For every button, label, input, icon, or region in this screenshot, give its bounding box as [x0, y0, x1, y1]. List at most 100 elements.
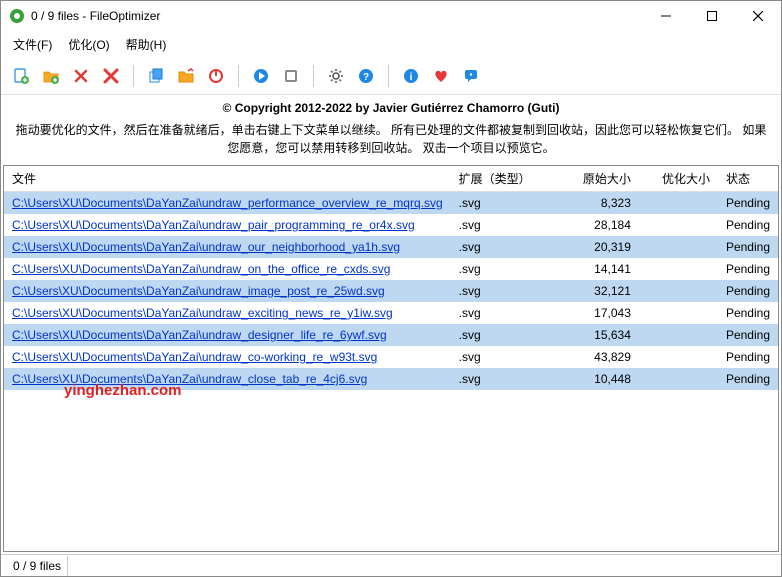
cell-file[interactable]: C:\Users\XU\Documents\DaYanZai\undraw_de…	[4, 324, 451, 346]
table-header-row: 文件 扩展（类型） 原始大小 优化大小 状态	[4, 166, 778, 192]
file-link[interactable]: C:\Users\XU\Documents\DaYanZai\undraw_on…	[12, 262, 390, 276]
power-button[interactable]	[202, 62, 230, 90]
status-file-count: 0 / 9 files	[7, 556, 68, 576]
cell-opt	[639, 214, 718, 236]
feedback-button[interactable]	[457, 62, 485, 90]
app-window: 0 / 9 files - FileOptimizer 文件(F) 优化(O) …	[0, 0, 782, 577]
cell-status: Pending	[718, 214, 778, 236]
cell-orig: 32,121	[550, 280, 639, 302]
table-row[interactable]: C:\Users\XU\Documents\DaYanZai\undraw_ex…	[4, 302, 778, 324]
table-row[interactable]: C:\Users\XU\Documents\DaYanZai\undraw_im…	[4, 280, 778, 302]
cell-ext: .svg	[451, 192, 550, 215]
col-file[interactable]: 文件	[4, 166, 451, 192]
cell-ext: .svg	[451, 346, 550, 368]
cell-file[interactable]: C:\Users\XU\Documents\DaYanZai\undraw_cl…	[4, 368, 451, 390]
menu-help[interactable]: 帮助(H)	[118, 33, 175, 56]
instructions-text: 拖动要优化的文件，然后在准备就绪后，单击右键上下文菜单以继续。 所有已处理的文件…	[11, 121, 771, 157]
table-row[interactable]: C:\Users\XU\Documents\DaYanZai\undraw_de…	[4, 324, 778, 346]
cell-status: Pending	[718, 346, 778, 368]
file-link[interactable]: C:\Users\XU\Documents\DaYanZai\undraw_de…	[12, 328, 387, 342]
file-table-container: 文件 扩展（类型） 原始大小 优化大小 状态 C:\Users\XU\Docum…	[3, 165, 779, 552]
remove-button[interactable]	[67, 62, 95, 90]
col-orig[interactable]: 原始大小	[550, 166, 639, 192]
cell-opt	[639, 258, 718, 280]
file-link[interactable]: C:\Users\XU\Documents\DaYanZai\undraw_ou…	[12, 240, 400, 254]
cell-orig: 43,829	[550, 346, 639, 368]
cell-status: Pending	[718, 368, 778, 390]
cell-file[interactable]: C:\Users\XU\Documents\DaYanZai\undraw_im…	[4, 280, 451, 302]
file-link[interactable]: C:\Users\XU\Documents\DaYanZai\undraw_ex…	[12, 306, 393, 320]
cell-ext: .svg	[451, 258, 550, 280]
menu-file[interactable]: 文件(F)	[5, 33, 60, 56]
window-title: 0 / 9 files - FileOptimizer	[31, 9, 643, 23]
table-row[interactable]: C:\Users\XU\Documents\DaYanZai\undraw_on…	[4, 258, 778, 280]
cell-orig: 28,184	[550, 214, 639, 236]
cell-orig: 8,323	[550, 192, 639, 215]
toolbar: ? i	[1, 58, 781, 95]
file-link[interactable]: C:\Users\XU\Documents\DaYanZai\undraw_pe…	[12, 196, 443, 210]
cell-ext: .svg	[451, 214, 550, 236]
cell-file[interactable]: C:\Users\XU\Documents\DaYanZai\undraw_ex…	[4, 302, 451, 324]
help-button[interactable]: ?	[352, 62, 380, 90]
cell-orig: 15,634	[550, 324, 639, 346]
cell-status: Pending	[718, 258, 778, 280]
toolbar-separator	[313, 65, 314, 87]
add-file-button[interactable]	[7, 62, 35, 90]
maximize-button[interactable]	[689, 1, 735, 31]
cell-ext: .svg	[451, 280, 550, 302]
cell-status: Pending	[718, 324, 778, 346]
cell-file[interactable]: C:\Users\XU\Documents\DaYanZai\undraw_on…	[4, 258, 451, 280]
titlebar[interactable]: 0 / 9 files - FileOptimizer	[1, 1, 781, 31]
cell-opt	[639, 324, 718, 346]
menu-optimize[interactable]: 优化(O)	[60, 33, 117, 56]
col-status[interactable]: 状态	[718, 166, 778, 192]
remove-all-button[interactable]	[97, 62, 125, 90]
cell-file[interactable]: C:\Users\XU\Documents\DaYanZai\undraw_pa…	[4, 214, 451, 236]
optimize-play-button[interactable]	[247, 62, 275, 90]
toolbar-separator	[133, 65, 134, 87]
cell-opt	[639, 368, 718, 390]
stop-button[interactable]	[277, 62, 305, 90]
window-controls	[643, 1, 781, 31]
cell-opt	[639, 302, 718, 324]
col-ext[interactable]: 扩展（类型）	[451, 166, 550, 192]
cell-status: Pending	[718, 302, 778, 324]
table-row[interactable]: C:\Users\XU\Documents\DaYanZai\undraw_pe…	[4, 192, 778, 215]
minimize-button[interactable]	[643, 1, 689, 31]
close-button[interactable]	[735, 1, 781, 31]
cell-orig: 10,448	[550, 368, 639, 390]
cell-ext: .svg	[451, 368, 550, 390]
cell-opt	[639, 192, 718, 215]
table-row[interactable]: C:\Users\XU\Documents\DaYanZai\undraw_co…	[4, 346, 778, 368]
file-link[interactable]: C:\Users\XU\Documents\DaYanZai\undraw_im…	[12, 284, 385, 298]
statusbar: 0 / 9 files	[1, 554, 781, 576]
menubar: 文件(F) 优化(O) 帮助(H)	[1, 31, 781, 58]
table-row[interactable]: C:\Users\XU\Documents\DaYanZai\undraw_pa…	[4, 214, 778, 236]
cell-ext: .svg	[451, 324, 550, 346]
cell-status: Pending	[718, 236, 778, 258]
cell-orig: 17,043	[550, 302, 639, 324]
file-link[interactable]: C:\Users\XU\Documents\DaYanZai\undraw_pa…	[12, 218, 415, 232]
cell-file[interactable]: C:\Users\XU\Documents\DaYanZai\undraw_pe…	[4, 192, 451, 215]
table-row[interactable]: C:\Users\XU\Documents\DaYanZai\undraw_ou…	[4, 236, 778, 258]
file-link[interactable]: C:\Users\XU\Documents\DaYanZai\undraw_co…	[12, 350, 377, 364]
cell-opt	[639, 280, 718, 302]
table-row[interactable]: C:\Users\XU\Documents\DaYanZai\undraw_cl…	[4, 368, 778, 390]
cell-file[interactable]: C:\Users\XU\Documents\DaYanZai\undraw_ou…	[4, 236, 451, 258]
add-folder-button[interactable]	[37, 62, 65, 90]
info-button[interactable]: i	[397, 62, 425, 90]
cell-ext: .svg	[451, 302, 550, 324]
donate-button[interactable]	[427, 62, 455, 90]
settings-button[interactable]	[322, 62, 350, 90]
info-area: © Copyright 2012-2022 by Javier Gutiérre…	[1, 95, 781, 163]
copy-button[interactable]	[142, 62, 170, 90]
toolbar-separator	[388, 65, 389, 87]
open-folder-button[interactable]	[172, 62, 200, 90]
cell-file[interactable]: C:\Users\XU\Documents\DaYanZai\undraw_co…	[4, 346, 451, 368]
file-table[interactable]: 文件 扩展（类型） 原始大小 优化大小 状态 C:\Users\XU\Docum…	[4, 166, 778, 390]
cell-ext: .svg	[451, 236, 550, 258]
app-icon	[9, 8, 25, 24]
file-link[interactable]: C:\Users\XU\Documents\DaYanZai\undraw_cl…	[12, 372, 367, 386]
cell-status: Pending	[718, 192, 778, 215]
col-opt[interactable]: 优化大小	[639, 166, 718, 192]
